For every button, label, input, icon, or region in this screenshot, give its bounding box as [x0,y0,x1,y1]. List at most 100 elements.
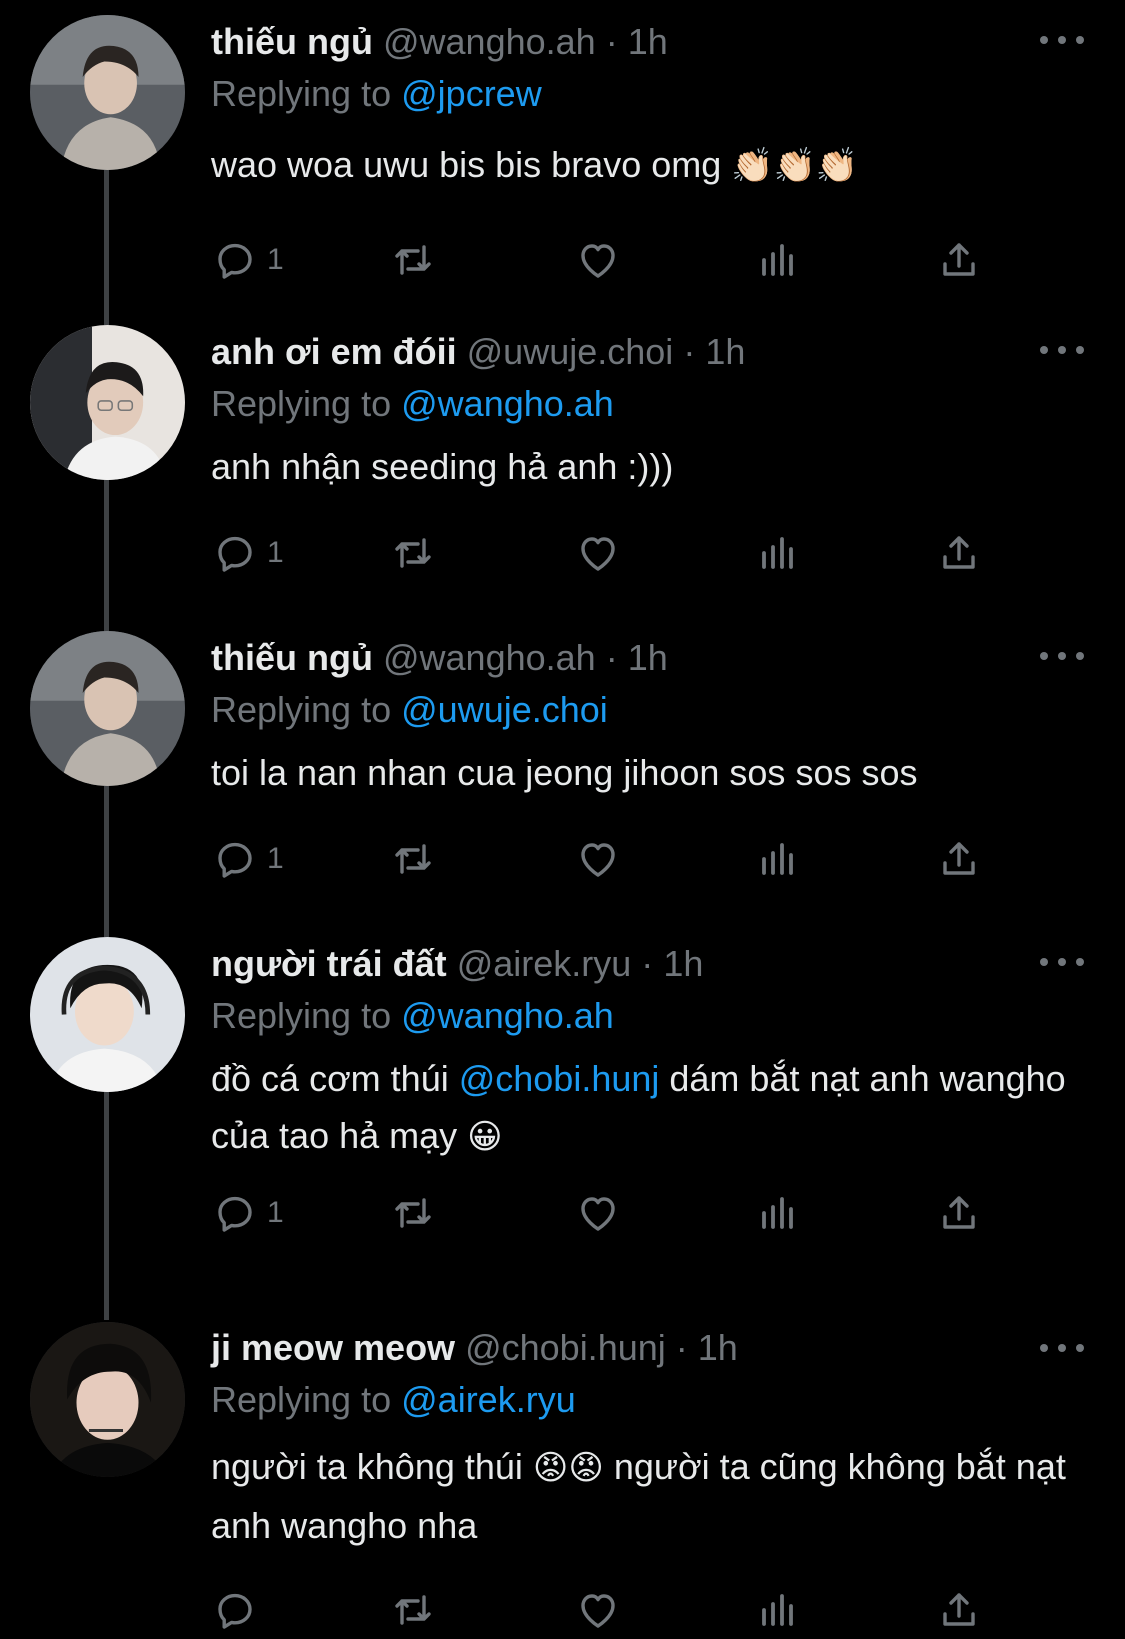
timestamp[interactable]: 1h [628,21,668,62]
user-handle[interactable]: @uwuje.choi [467,331,674,372]
like-button[interactable] [574,1582,622,1638]
tweet-actions: 1 [211,1185,1011,1241]
avatar-image [30,325,185,480]
views-button[interactable] [754,1185,802,1241]
more-options-icon[interactable] [1040,950,1084,974]
tweet-header: thiếu ngủ @wangho.ah · 1h [211,636,668,680]
tweet[interactable]: ji meow meow @chobi.hunj · 1h Replying t… [0,1294,1125,1639]
replying-to-handle[interactable]: @uwuje.choi [401,689,608,730]
display-name[interactable]: người trái đất [211,943,447,984]
replying-to-handle[interactable]: @wangho.ah [401,383,614,424]
user-handle[interactable]: @chobi.hunj [465,1327,666,1368]
display-name[interactable]: ji meow meow [211,1327,455,1368]
timestamp[interactable]: 1h [698,1327,738,1368]
retweet-arrows-icon [395,1198,431,1228]
avatar-image [30,15,185,170]
tweet[interactable]: thiếu ngủ @wangho.ah · 1h Replying to @u… [0,616,1125,916]
more-options-icon[interactable] [1040,338,1084,362]
replying-to: Replying to @jpcrew [211,72,542,116]
reply-button[interactable] [211,1582,267,1638]
more-options-icon[interactable] [1040,1336,1084,1360]
reply-button[interactable]: 1 [211,525,284,581]
share-button[interactable] [935,1582,983,1638]
upload-arrow-icon [943,1593,975,1626]
upload-arrow-icon [943,243,975,276]
heart-icon [581,244,615,278]
avatar-image [30,631,185,786]
reply-button[interactable]: 1 [211,1185,284,1241]
display-name[interactable]: anh ơi em đóii [211,331,457,372]
share-button[interactable] [935,1185,983,1241]
timestamp[interactable]: 1h [705,331,745,372]
retweet-button[interactable] [389,1582,437,1638]
retweet-arrows-icon [395,1595,431,1625]
more-options-icon[interactable] [1040,644,1084,668]
retweet-button[interactable] [389,232,437,288]
reply-count: 1 [267,1196,284,1229]
heart-icon [581,1197,615,1231]
retweet-button[interactable] [389,831,437,887]
reply-count: 1 [267,243,284,276]
avatar[interactable] [30,15,185,170]
reply-thread: thiếu ngủ @wangho.ah · 1h Replying to @j… [0,0,1125,1639]
retweet-arrows-icon [395,844,431,874]
mention-link[interactable]: @chobi.hunj [459,1058,660,1099]
retweet-arrows-icon [395,538,431,568]
tweet-text: người ta không thúi 😡😡 người ta cũng khô… [211,1438,1091,1554]
share-button[interactable] [935,831,983,887]
user-handle[interactable]: @wangho.ah [383,637,596,678]
tweet[interactable]: anh ơi em đóii @uwuje.choi · 1h Replying… [0,310,1125,610]
tweet-actions: 1 [211,831,1011,887]
clapping-hands-emoji: 👏🏻👏🏻👏🏻 [731,146,859,186]
views-button[interactable] [754,831,802,887]
avatar[interactable] [30,325,185,480]
grinning-face-emoji: 😀 [467,1117,503,1157]
replying-to-handle[interactable]: @wangho.ah [401,995,614,1036]
tweet[interactable]: thiếu ngủ @wangho.ah · 1h Replying to @j… [0,0,1125,320]
timestamp[interactable]: 1h [628,637,668,678]
tweet-text-part: toi la nan nhan cua jeong jihoon sos sos… [211,752,918,793]
replying-to: Replying to @uwuje.choi [211,688,608,732]
avatar[interactable] [30,631,185,786]
views-button[interactable] [754,525,802,581]
avatar[interactable] [30,1322,185,1477]
bar-chart-icon [762,1594,793,1626]
reply-count: 1 [267,842,284,875]
reply-button[interactable]: 1 [211,831,284,887]
timestamp[interactable]: 1h [663,943,703,984]
replying-to-handle[interactable]: @jpcrew [401,73,542,114]
speech-bubble-icon [218,1593,252,1629]
more-options-icon[interactable] [1040,28,1084,52]
tweet-header: thiếu ngủ @wangho.ah · 1h [211,20,668,64]
replying-to-label: Replying to [211,1379,392,1420]
like-button[interactable] [574,831,622,887]
tweet-header: người trái đất @airek.ryu · 1h [211,942,703,986]
replying-to-handle[interactable]: @airek.ryu [401,1379,576,1420]
speech-bubble-icon [218,842,252,878]
like-button[interactable] [574,1185,622,1241]
views-button[interactable] [754,1582,802,1638]
avatar[interactable] [30,937,185,1092]
share-button[interactable] [935,525,983,581]
views-button[interactable] [754,232,802,288]
replying-to-label: Replying to [211,689,392,730]
tweet[interactable]: người trái đất @airek.ryu · 1h Replying … [0,922,1125,1282]
upload-arrow-icon [943,536,975,569]
share-button[interactable] [935,232,983,288]
tweet-text-part: người ta không thúi [211,1446,533,1487]
tweet-actions: 1 [211,525,1011,581]
retweet-button[interactable] [389,1185,437,1241]
replying-to-label: Replying to [211,383,392,424]
user-handle[interactable]: @wangho.ah [383,21,596,62]
upload-arrow-icon [943,1196,975,1229]
like-button[interactable] [574,232,622,288]
like-button[interactable] [574,525,622,581]
tweet-header: anh ơi em đóii @uwuje.choi · 1h [211,330,745,374]
display-name[interactable]: thiếu ngủ [211,21,373,62]
retweet-button[interactable] [389,525,437,581]
display-name[interactable]: thiếu ngủ [211,637,373,678]
user-handle[interactable]: @airek.ryu [457,943,632,984]
replying-to: Replying to @wangho.ah [211,382,614,426]
separator-dot: · [605,637,618,678]
reply-button[interactable]: 1 [211,232,284,288]
